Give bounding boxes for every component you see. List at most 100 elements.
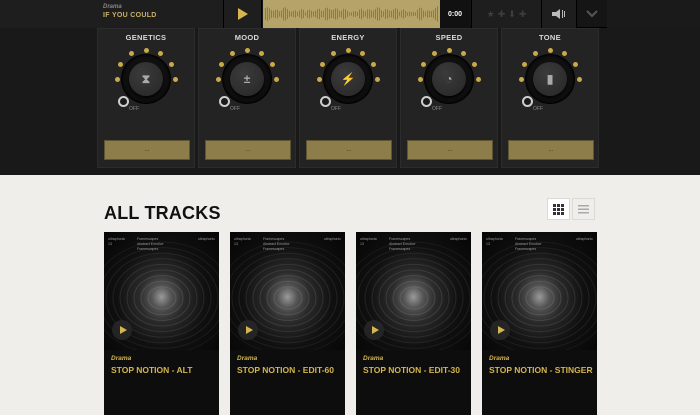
knob-step-dot — [562, 51, 567, 57]
brand-text: ultraphonic — [108, 237, 126, 241]
filter-knob[interactable]: ▮ OFF — [518, 47, 582, 112]
filter-label: TONE — [539, 33, 561, 42]
waveform-bar — [323, 10, 324, 18]
waveform-bar — [407, 12, 408, 16]
waveform-bar — [431, 11, 432, 17]
waveform-bar — [275, 9, 276, 19]
filter-mood: MOOD ± OFF ... — [198, 28, 296, 168]
off-toggle[interactable] — [219, 96, 230, 107]
add-icon[interactable]: ✚ — [498, 9, 506, 20]
knob-step-dot — [316, 76, 322, 82]
catalog-number: 13 — [108, 242, 112, 246]
waveform-bar — [279, 11, 280, 17]
filter-value-field[interactable]: ... — [205, 140, 291, 160]
waveform-bar — [367, 9, 368, 19]
filter-knob[interactable]: ± OFF — [215, 47, 279, 112]
collapse-button[interactable] — [577, 0, 607, 28]
waveform-scrubber[interactable] — [263, 0, 440, 28]
waveform-bar — [267, 7, 268, 21]
waveform-bar — [319, 8, 320, 20]
waveform-bar — [347, 11, 348, 17]
waveform-bar — [357, 11, 358, 17]
waveform-bar — [299, 10, 300, 18]
waveform-bar — [391, 10, 392, 18]
brand-text: ultraphonic — [486, 237, 504, 241]
card-play-button[interactable] — [490, 320, 510, 340]
knob-step-dot — [219, 62, 225, 67]
card-play-button[interactable] — [112, 320, 132, 340]
waveform-bar — [361, 8, 362, 20]
knob-step-dot — [345, 47, 351, 53]
filter-knob[interactable]: ⚡ OFF — [316, 47, 380, 112]
download-icon[interactable]: ⬇ — [508, 9, 516, 20]
waveform-bar — [287, 9, 288, 19]
card-album: Framescapes Abstract Emotive Framescapes — [515, 237, 541, 252]
waveform-bar — [271, 10, 272, 18]
waveform-bar — [325, 8, 326, 20]
plus-minus-icon: ± — [230, 62, 264, 96]
now-playing[interactable]: Drama IF YOU COULD — [0, 0, 224, 28]
card-logo: ultraphonic — [575, 237, 593, 241]
track-name[interactable]: STOP NOTION - ALT — [111, 365, 215, 376]
waveform-bar — [403, 9, 404, 19]
album-line-2: Abstract Emotive — [263, 242, 290, 246]
waveform-bar — [301, 9, 302, 19]
now-playing-genre: Drama — [103, 4, 122, 10]
off-label: OFF — [432, 106, 442, 112]
off-toggle[interactable] — [118, 96, 129, 107]
catalog-number: 13 — [234, 242, 238, 246]
off-toggle[interactable] — [320, 96, 331, 107]
waveform-bar — [335, 8, 336, 20]
knob-step-dot — [143, 47, 149, 53]
track-name[interactable]: STOP NOTION - EDIT-30 — [363, 365, 467, 376]
track-card[interactable]: ultraphonic 13 Framescapes Abstract Emotiv… — [482, 232, 597, 415]
filter-value-field[interactable]: ... — [407, 140, 493, 160]
card-logo: ultraphonic — [197, 237, 215, 241]
track-card[interactable]: ultraphonic 13 Framescapes Abstract Emotiv… — [104, 232, 219, 415]
waveform-bar — [371, 10, 372, 18]
knob-step-dot — [421, 62, 427, 67]
knob-step-dot — [417, 76, 423, 82]
waveform-bar — [311, 10, 312, 18]
card-brand: ultraphonic 13 — [234, 237, 251, 247]
knob-step-dot — [471, 62, 477, 67]
knob-step-dot — [572, 62, 578, 67]
album-line-2: Abstract Emotive — [389, 242, 416, 246]
knob-step-dot — [533, 51, 538, 57]
card-album: Framescapes Abstract Emotive Framescapes — [389, 237, 415, 252]
waveform-bar — [289, 11, 290, 17]
knob-step-dot — [522, 62, 528, 67]
filter-value-field[interactable]: ... — [306, 140, 392, 160]
filter-value-field[interactable]: ... — [104, 140, 190, 160]
track-card[interactable]: ultraphonic 13 Framescapes Abstract Emotiv… — [230, 232, 345, 415]
waveform-bar — [321, 10, 322, 18]
waveform-bar — [409, 11, 410, 17]
card-play-button[interactable] — [238, 320, 258, 340]
knob-step-dot — [273, 76, 279, 82]
star-icon[interactable]: ★ — [487, 9, 495, 20]
track-name[interactable]: STOP NOTION - STINGER — [489, 365, 593, 376]
list-view-button[interactable] — [572, 198, 595, 220]
filter-knob[interactable]: ⧗ OFF — [114, 47, 178, 112]
catalog-number: 13 — [486, 242, 490, 246]
card-play-button[interactable] — [364, 320, 384, 340]
knob-step-dot — [172, 76, 178, 82]
filter-knob[interactable]: ◔ OFF — [417, 47, 481, 112]
waveform-bar — [383, 11, 384, 17]
album-line-1: Framescapes — [263, 237, 285, 241]
filter-value-field[interactable]: ... — [508, 140, 594, 160]
section-title: ALL TRACKS — [104, 203, 221, 223]
track-genre: Drama — [363, 355, 384, 362]
play-button[interactable] — [224, 0, 262, 28]
volume-button[interactable] — [541, 0, 577, 28]
card-album: Framescapes Abstract Emotive Framescapes — [137, 237, 163, 252]
track-card[interactable]: ultraphonic 13 Framescapes Abstract Emotiv… — [356, 232, 471, 415]
album-line-3: Framescapes — [263, 247, 285, 251]
off-toggle[interactable] — [522, 96, 533, 107]
filter-label: ENERGY — [331, 33, 365, 42]
grid-view-button[interactable] — [547, 198, 570, 220]
waveform-bar — [365, 11, 366, 17]
track-name[interactable]: STOP NOTION - EDIT-60 — [237, 365, 341, 376]
share-icon[interactable]: ✚ — [519, 9, 527, 20]
off-toggle[interactable] — [421, 96, 432, 107]
